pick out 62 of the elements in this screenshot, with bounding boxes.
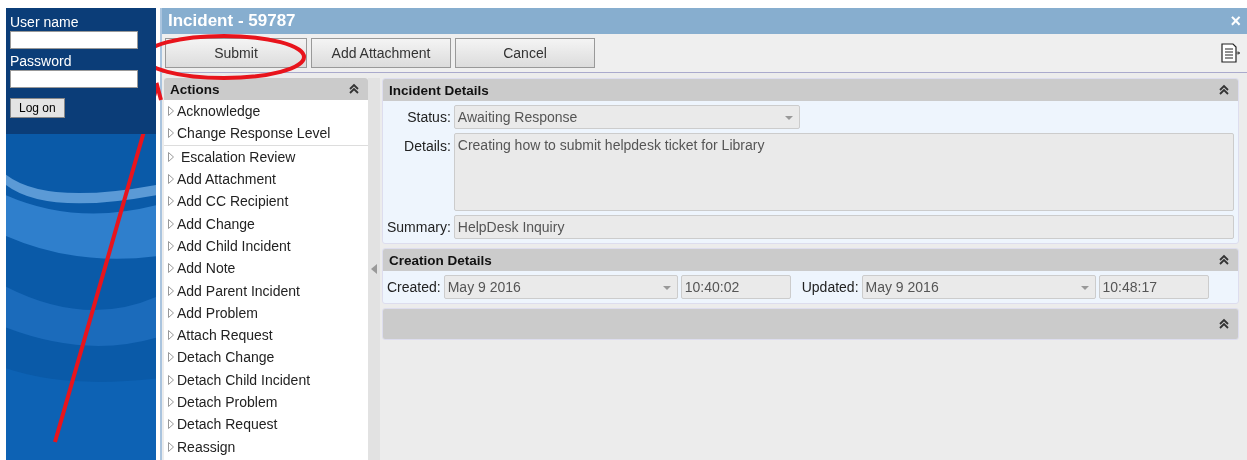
- expand-triangle-icon[interactable]: [168, 174, 174, 185]
- log-on-button[interactable]: Log on: [10, 98, 65, 118]
- expand-triangle-icon[interactable]: [168, 196, 174, 207]
- collapse-icon[interactable]: [348, 83, 360, 95]
- action-item[interactable]: Add Note: [164, 257, 368, 280]
- updated-label: Updated:: [801, 279, 859, 295]
- created-date-dropdown[interactable]: May 9 2016: [443, 275, 678, 299]
- action-item[interactable]: Reassign: [164, 435, 368, 458]
- expand-triangle-icon[interactable]: [168, 352, 174, 363]
- action-item[interactable]: Detach Problem: [164, 390, 368, 414]
- action-item[interactable]: Add Problem: [164, 301, 368, 324]
- action-item[interactable]: Add Attachment: [164, 167, 368, 191]
- summary-label: Summary:: [387, 219, 451, 235]
- action-item[interactable]: Detach Request: [164, 413, 368, 436]
- expand-triangle-icon[interactable]: [168, 151, 174, 162]
- expand-triangle-icon[interactable]: [168, 307, 174, 318]
- action-item[interactable]: Detach Change: [164, 346, 368, 369]
- created-label: Created:: [387, 279, 441, 295]
- collapse-icon[interactable]: [1218, 84, 1230, 96]
- status-label: Status:: [406, 109, 451, 125]
- action-item[interactable]: Change Response Level: [164, 122, 368, 146]
- action-item[interactable]: Attach Request: [164, 323, 368, 347]
- expand-triangle-icon[interactable]: [168, 128, 174, 139]
- toolbar-button[interactable]: Submit: [165, 38, 307, 68]
- details-label: Details:: [403, 137, 451, 154]
- action-item[interactable]: Add CC Recipient: [164, 190, 368, 213]
- action-item[interactable]: Detach Child Incident: [164, 368, 368, 391]
- collapse-icon[interactable]: [1218, 318, 1230, 330]
- section-title: Incident Details: [389, 82, 489, 98]
- password-label: Password: [10, 53, 73, 69]
- updated-date-dropdown[interactable]: May 9 2016: [861, 275, 1096, 299]
- password-field[interactable]: [10, 70, 138, 88]
- created-time-field[interactable]: 10:40:02: [680, 275, 791, 299]
- expand-triangle-icon[interactable]: [168, 330, 174, 341]
- summary-field[interactable]: HelpDesk Inquiry: [453, 215, 1234, 239]
- updated-time-field[interactable]: 10:48:17: [1098, 275, 1209, 299]
- panel-title: Actions: [170, 81, 220, 97]
- collapse-icon[interactable]: [1218, 254, 1230, 266]
- document-export-icon[interactable]: [1220, 42, 1240, 64]
- expand-triangle-icon[interactable]: [168, 441, 174, 452]
- window-title: Incident - 59787: [168, 11, 296, 31]
- expand-triangle-icon[interactable]: [168, 263, 174, 274]
- action-item[interactable]: Add Child Incident: [164, 234, 368, 258]
- expand-triangle-icon[interactable]: [168, 285, 174, 296]
- action-item[interactable]: Add Change: [164, 212, 368, 235]
- details-field[interactable]: Creating how to submit helpdesk ticket for Library: [453, 133, 1234, 211]
- username-field[interactable]: [10, 31, 138, 49]
- expand-triangle-icon[interactable]: [168, 374, 174, 385]
- action-item[interactable]: Escalation Review: [164, 145, 368, 168]
- username-label: User name: [10, 14, 80, 30]
- collapse-arrow-icon[interactable]: [371, 264, 377, 274]
- expand-triangle-icon[interactable]: [168, 218, 174, 229]
- expand-triangle-icon[interactable]: [168, 397, 174, 407]
- expand-triangle-icon[interactable]: [168, 419, 174, 430]
- expand-triangle-icon[interactable]: [168, 106, 174, 117]
- status-dropdown[interactable]: Awaiting Response: [453, 105, 800, 129]
- toolbar-button[interactable]: Cancel: [455, 38, 595, 68]
- expand-triangle-icon[interactable]: [168, 240, 174, 251]
- toolbar-button[interactable]: Add Attachment: [311, 38, 451, 68]
- action-item[interactable]: Acknowledge: [164, 100, 368, 123]
- section-title: Creation Details: [389, 252, 492, 268]
- action-item[interactable]: Add Parent Incident: [164, 279, 368, 302]
